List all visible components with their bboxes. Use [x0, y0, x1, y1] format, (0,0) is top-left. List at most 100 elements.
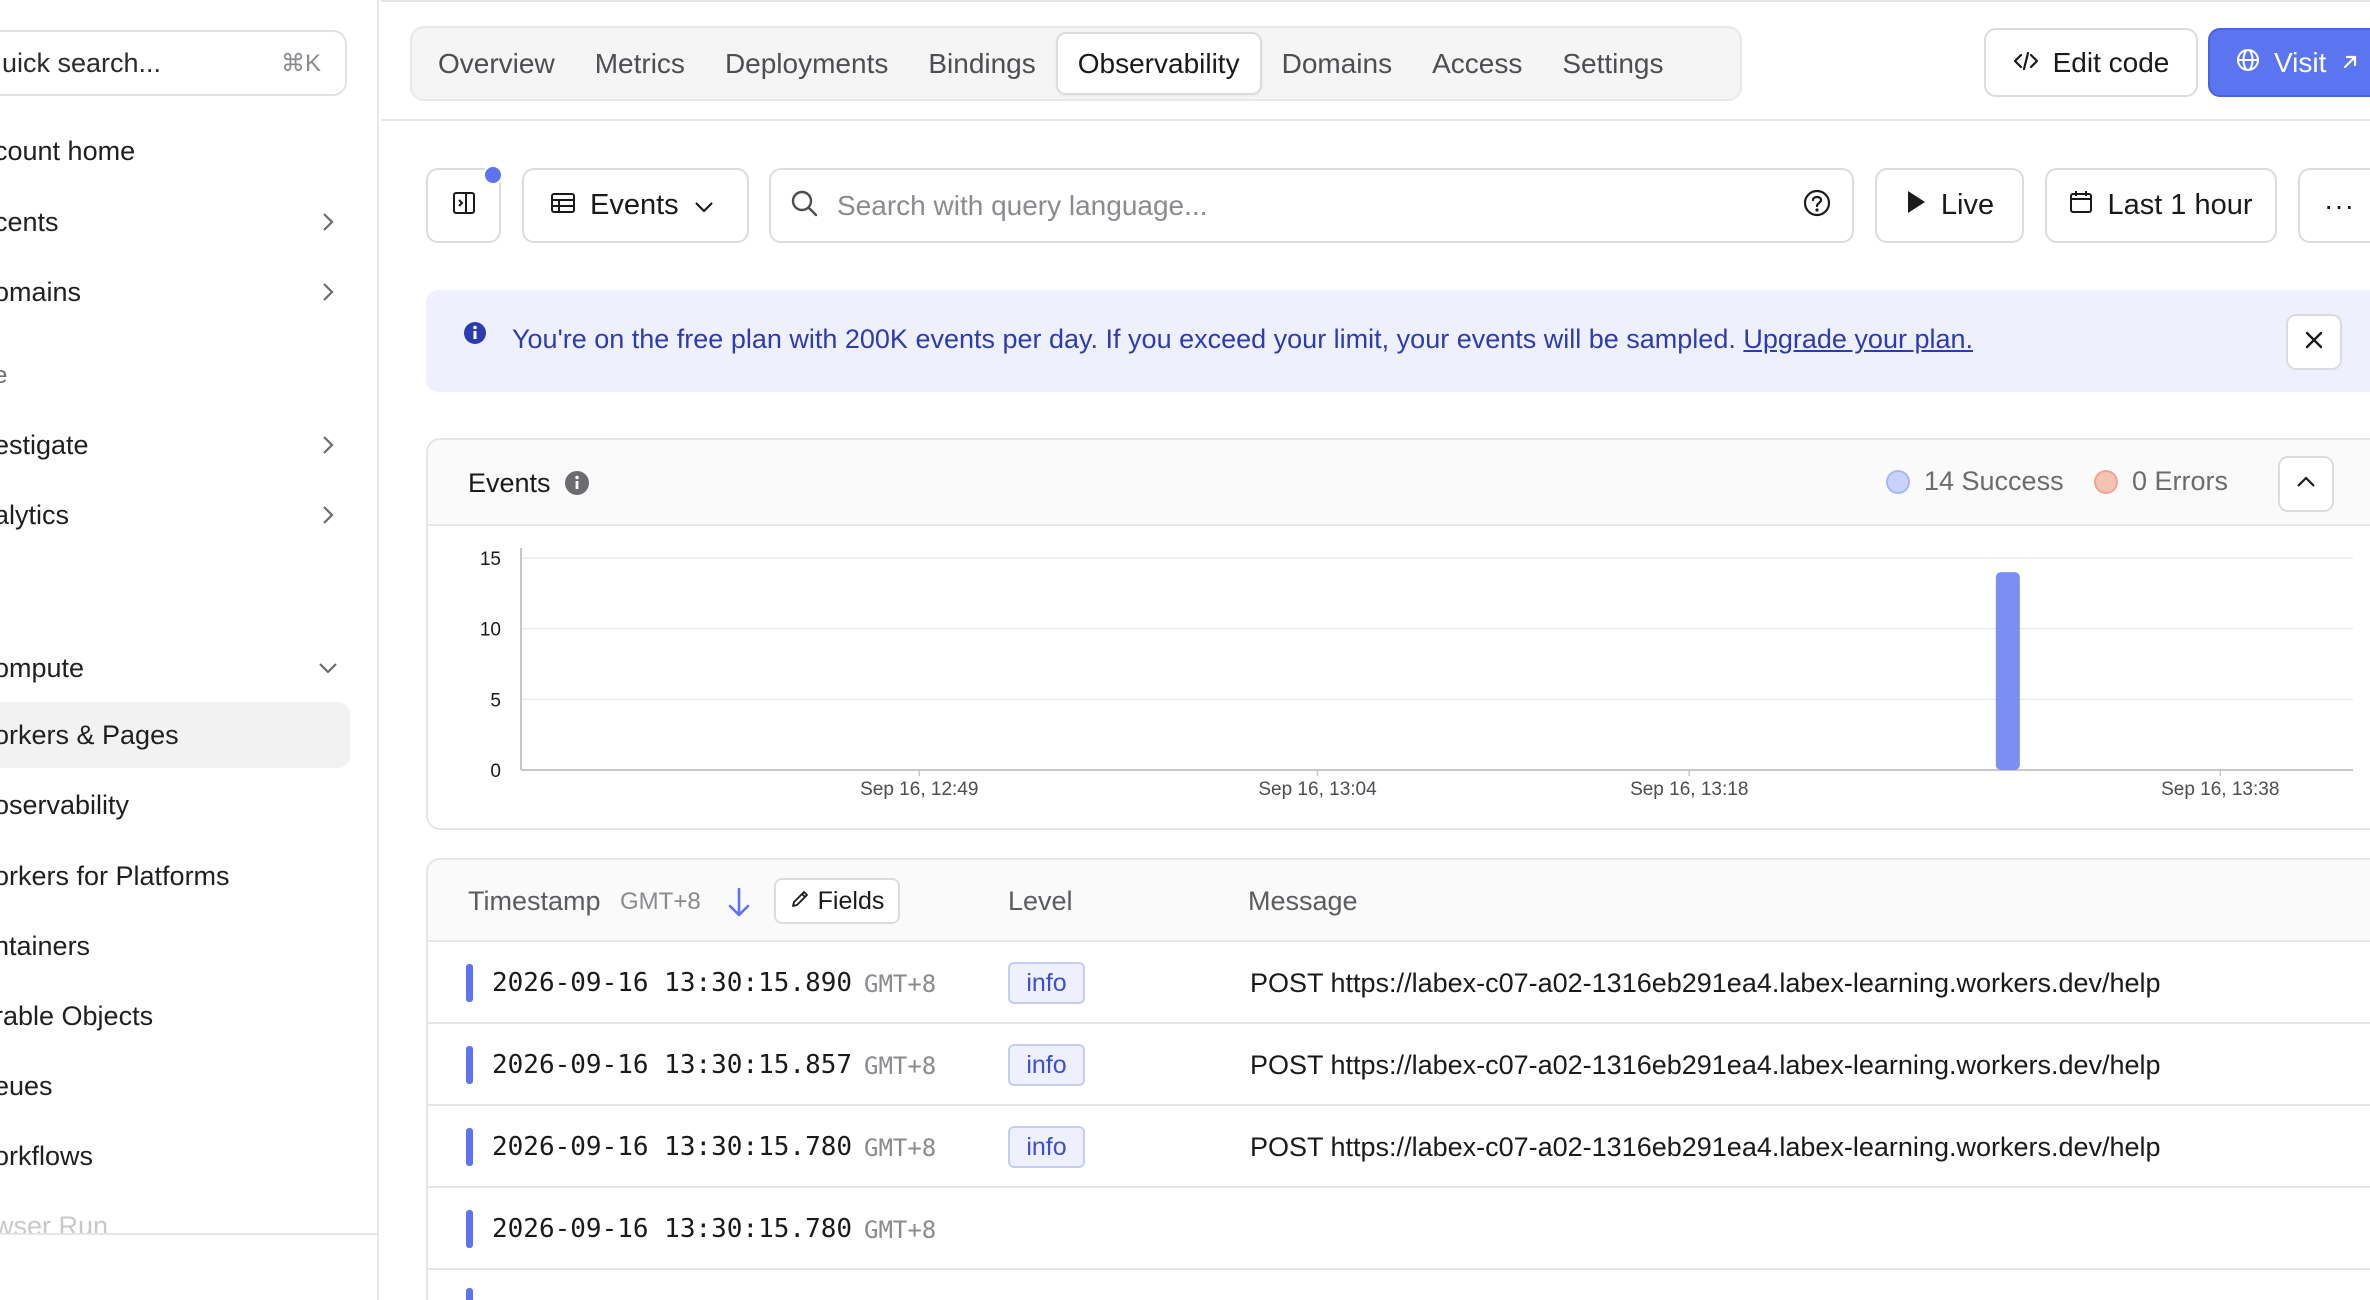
live-button[interactable]: Live — [1875, 168, 2024, 243]
table-row[interactable] — [428, 1270, 2370, 1300]
sidebar-item-workers-for-platforms[interactable]: orkers for Platforms — [0, 843, 348, 909]
sidebar-panel-icon — [451, 190, 477, 221]
sidebar-item-browser-run[interactable]: wser Run — [0, 1193, 348, 1233]
fields-button[interactable]: Fields — [774, 878, 900, 924]
more-options-button[interactable]: ··· — [2298, 168, 2370, 243]
row-message: POST https://labex-c07-a02-1316eb291ea4.… — [1250, 1132, 2161, 1162]
row-message: POST https://labex-c07-a02-1316eb291ea4.… — [1250, 968, 2161, 998]
column-timezone: GMT+8 — [620, 888, 701, 915]
legend-errors[interactable]: 0 Errors — [2094, 466, 2228, 497]
visit-button[interactable]: Visit — [2208, 28, 2370, 97]
sort-descending-icon[interactable] — [724, 886, 754, 925]
time-range-label: Last 1 hour — [2107, 189, 2253, 221]
sidebar-item-label: orkers for Platforms — [0, 860, 230, 891]
legend-errors-label: 0 Errors — [2132, 466, 2229, 496]
sidebar-section-label: e — [0, 362, 7, 390]
edit-code-button[interactable]: Edit code — [1984, 28, 2198, 97]
tab-bar: Overview Metrics Deployments Bindings Ob… — [410, 26, 1742, 101]
sidebar-item-label: orkflows — [0, 1140, 94, 1171]
close-icon — [2303, 329, 2325, 356]
chevron-right-icon — [308, 504, 348, 526]
x-tick-label: Sep 16, 13:18 — [1630, 779, 1748, 800]
view-selector-label: Events — [590, 189, 679, 221]
sidebar-item-label: omains — [0, 276, 82, 307]
chevron-right-icon — [308, 434, 348, 456]
level-badge: info — [1008, 1126, 1085, 1168]
upgrade-plan-link[interactable]: Upgrade your plan. — [1743, 324, 1973, 354]
error-dot-icon — [2094, 469, 2118, 494]
sidebar: uick search... ⌘K count home cents omain… — [0, 0, 379, 1300]
sidebar-item-investigate[interactable]: estigate — [0, 412, 348, 478]
fields-label: Fields — [817, 886, 885, 915]
success-dot-icon — [1886, 469, 1910, 494]
tab-domains[interactable]: Domains — [1262, 32, 1412, 95]
chevron-down-icon — [308, 661, 348, 675]
tab-deployments[interactable]: Deployments — [705, 32, 908, 95]
query-search-field — [769, 168, 1854, 243]
column-timestamp[interactable]: Timestamp — [468, 886, 601, 917]
sidebar-item-label: orkers & Pages — [0, 719, 179, 750]
table-row[interactable]: 2026-09-16 13:30:15.857 GMT+8 info POST … — [428, 1024, 2370, 1106]
level-badge: info — [1008, 1044, 1085, 1086]
sidebar-item-observability[interactable]: oservability — [0, 772, 348, 838]
row-indicator — [466, 1128, 473, 1166]
legend-success[interactable]: 14 Success — [1886, 466, 2064, 497]
sidebar-item-containers[interactable]: ntainers — [0, 913, 348, 979]
tab-overview[interactable]: Overview — [418, 32, 575, 95]
sidebar-item-label: oservability — [0, 789, 130, 820]
chevron-down-icon — [693, 189, 715, 222]
column-level[interactable]: Level — [1008, 886, 1073, 917]
events-chart-card: Events 14 Success 0 Errors 0 5 10 15 Sep 16,… — [426, 438, 2370, 830]
x-tick-label: Sep 16, 13:04 — [1258, 779, 1377, 800]
events-bar-chart: 0 5 10 15 Sep 16, 12:49 Sep 16, 13:04 Sep 16, … — [480, 548, 2353, 800]
more-icon: ··· — [2324, 189, 2355, 221]
collapse-chart-button[interactable] — [2278, 456, 2334, 512]
tab-observability[interactable]: Observability — [1055, 32, 1262, 95]
sidebar-item-recents[interactable]: cents — [0, 189, 348, 255]
x-tick-label: Sep 16, 12:49 — [860, 779, 978, 800]
sidebar-item-durable-objects[interactable]: rable Objects — [0, 983, 348, 1049]
x-tick-label: Sep 16, 13:38 — [2161, 779, 2279, 800]
sidebar-item-account-home[interactable]: count home — [0, 118, 348, 184]
sidebar-item-workflows[interactable]: orkflows — [0, 1123, 348, 1189]
sidebar-item-analytics[interactable]: alytics — [0, 482, 348, 548]
quick-search-input[interactable]: uick search... ⌘K — [0, 30, 347, 96]
free-plan-banner: You're on the free plan with 200K events… — [426, 290, 2370, 392]
external-link-icon — [2340, 47, 2360, 79]
tab-metrics[interactable]: Metrics — [575, 32, 705, 95]
sidebar-item-label: ompute — [0, 652, 85, 683]
table-row[interactable]: 2026-09-16 13:30:15.890 GMT+8 info POST … — [428, 942, 2370, 1024]
time-range-button[interactable]: Last 1 hour — [2045, 168, 2277, 243]
tab-access[interactable]: Access — [1412, 32, 1542, 95]
y-tick-label: 0 — [490, 761, 501, 782]
info-icon[interactable] — [564, 470, 590, 501]
sidebar-item-domains[interactable]: omains — [0, 259, 348, 325]
y-tick-label: 10 — [480, 620, 501, 641]
row-timestamp: 2026-09-16 13:30:15.780 — [492, 1132, 853, 1162]
level-badge: info — [1008, 962, 1085, 1004]
live-label: Live — [1940, 189, 1995, 221]
help-icon[interactable] — [1802, 188, 1832, 223]
sidebar-item-label: cents — [0, 206, 59, 237]
tab-settings[interactable]: Settings — [1542, 32, 1683, 95]
view-selector-dropdown[interactable]: Events — [522, 168, 749, 243]
tab-bindings[interactable]: Bindings — [908, 32, 1055, 95]
chevron-up-icon — [2295, 475, 2317, 494]
sidebar-divider — [0, 1233, 377, 1235]
sidebar-item-queues[interactable]: eues — [0, 1053, 348, 1119]
legend-success-label: 14 Success — [1924, 466, 2064, 496]
events-table: Timestamp GMT+8 Fields Level Message 202… — [426, 858, 2370, 1300]
sidebar-item-label: wser Run — [0, 1211, 109, 1233]
sidebar-item-compute[interactable]: ompute — [0, 635, 348, 701]
table-row[interactable]: 2026-09-16 13:30:15.780 GMT+8 info POST … — [428, 1106, 2370, 1188]
edit-code-label: Edit code — [2052, 46, 2170, 78]
close-banner-button[interactable] — [2286, 314, 2342, 370]
sidebar-item-workers-pages[interactable]: orkers & Pages — [0, 702, 350, 768]
sidebar-item-label: ntainers — [0, 930, 91, 961]
table-row[interactable]: 2026-09-16 13:30:15.780 GMT+8 — [428, 1188, 2370, 1270]
query-search-input[interactable] — [837, 189, 1784, 222]
table-header: Timestamp GMT+8 Fields Level Message — [428, 860, 2370, 942]
sidebar-item-label: estigate — [0, 429, 89, 460]
banner-message: You're on the free plan with 200K events… — [512, 324, 1736, 354]
column-message[interactable]: Message — [1248, 886, 1358, 917]
